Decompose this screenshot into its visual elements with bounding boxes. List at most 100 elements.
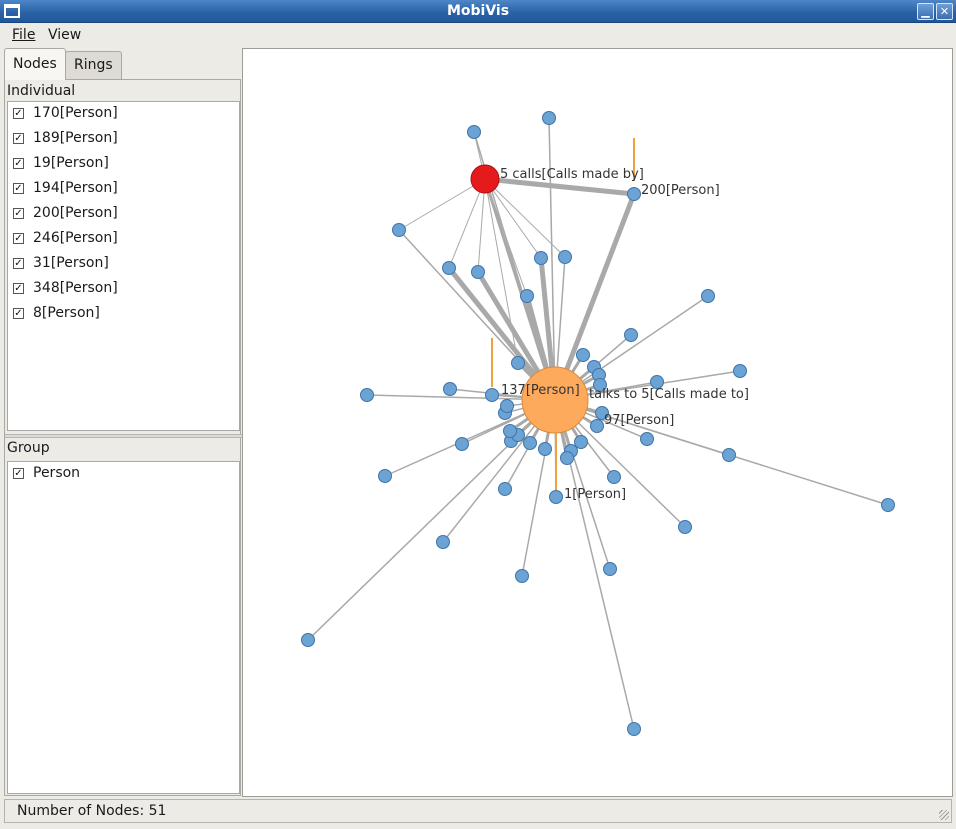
person-node[interactable] <box>678 520 692 534</box>
person-node[interactable] <box>881 498 895 512</box>
title-bar[interactable]: MobiVis ▁ ✕ <box>0 0 956 23</box>
individual-item-row[interactable]: ✓ 348[Person] <box>8 277 239 302</box>
person-node[interactable] <box>455 437 469 451</box>
person-node[interactable] <box>392 223 406 237</box>
label-person-137: 137[Person] <box>501 383 580 398</box>
individual-item-row[interactable]: ✓ 194[Person] <box>8 177 239 202</box>
individual-item-row[interactable]: ✓ 8[Person] <box>8 302 239 327</box>
person-node[interactable] <box>549 490 563 504</box>
person-node[interactable] <box>733 364 747 378</box>
person-node[interactable] <box>471 265 485 279</box>
person-node[interactable] <box>538 442 552 456</box>
individual-item-row[interactable]: ✓ 31[Person] <box>8 252 239 277</box>
person-node[interactable] <box>467 125 481 139</box>
center-node[interactable] <box>521 366 589 434</box>
checkbox[interactable]: ✓ <box>13 233 24 244</box>
person-node[interactable] <box>360 388 374 402</box>
left-panel: Nodes Rings Individual ✓ 170[Person] ✓ 189[… <box>4 48 242 796</box>
individual-item-label: 170[Person] <box>33 105 118 121</box>
minimize-button[interactable]: ▁ <box>917 3 934 20</box>
edge <box>398 178 486 231</box>
individual-item-label: 200[Person] <box>33 205 118 221</box>
person-node[interactable] <box>523 436 537 450</box>
network-graph[interactable]: 5 calls[Calls made by] 200[Person] 137[P… <box>243 49 952 796</box>
person-node[interactable] <box>378 469 392 483</box>
checkbox[interactable]: ✓ <box>13 208 24 219</box>
individual-item-row[interactable]: ✓ 170[Person] <box>8 102 239 127</box>
label-person-1: 1[Person] <box>564 487 626 502</box>
person-node[interactable] <box>301 633 315 647</box>
node-count-status: Number of Nodes: 51 <box>17 803 167 819</box>
individual-item-label: 19[Person] <box>33 155 109 171</box>
person-node[interactable] <box>534 251 548 265</box>
checkbox[interactable]: ✓ <box>13 183 24 194</box>
individual-item-row[interactable]: ✓ 189[Person] <box>8 127 239 152</box>
individual-item-label: 246[Person] <box>33 230 118 246</box>
person-node[interactable] <box>607 470 621 484</box>
status-bar: Number of Nodes: 51 <box>4 799 952 823</box>
individual-item-label: 348[Person] <box>33 280 118 296</box>
nodes-tab-panel: Individual ✓ 170[Person] ✓ 189[Person] ✓ 19[P… <box>4 79 242 796</box>
person-node[interactable] <box>443 382 457 396</box>
person-node[interactable] <box>485 388 499 402</box>
window-title: MobiVis <box>446 3 510 19</box>
individual-item-label: 194[Person] <box>33 180 118 196</box>
menu-view[interactable]: View <box>48 27 81 43</box>
checkbox[interactable]: ✓ <box>13 133 24 144</box>
checkbox[interactable]: ✓ <box>13 283 24 294</box>
checkbox[interactable]: ✓ <box>13 308 24 319</box>
menu-file[interactable]: File <box>12 27 35 43</box>
person-node[interactable] <box>603 562 617 576</box>
label-calls-made-by: 5 calls[Calls made by] <box>500 167 644 182</box>
label-person-200: 200[Person] <box>641 183 720 198</box>
group-list[interactable]: ✓ Person <box>7 461 240 794</box>
person-node[interactable] <box>560 451 574 465</box>
individual-section-label: Individual <box>7 83 76 99</box>
menu-file-label: File <box>12 27 36 43</box>
person-node[interactable] <box>640 432 654 446</box>
person-node[interactable] <box>624 328 638 342</box>
tab-rings[interactable]: Rings <box>65 51 122 79</box>
person-node[interactable] <box>701 289 715 303</box>
individual-item-row[interactable]: ✓ 200[Person] <box>8 202 239 227</box>
person-node[interactable] <box>515 569 529 583</box>
person-node[interactable] <box>442 261 456 275</box>
person-node[interactable] <box>498 482 512 496</box>
checkbox[interactable]: ✓ <box>13 468 24 479</box>
graph-canvas[interactable]: 5 calls[Calls made by] 200[Person] 137[P… <box>242 48 953 797</box>
resize-grip[interactable] <box>939 810 949 820</box>
panel-splitter[interactable] <box>5 434 242 438</box>
individual-item-label: 31[Person] <box>33 255 109 271</box>
label-talks-to: talks to 5[Calls made to] <box>589 387 749 402</box>
edge <box>484 178 542 259</box>
person-node[interactable] <box>520 289 534 303</box>
person-node[interactable] <box>574 435 588 449</box>
individual-item-label: 189[Person] <box>33 130 118 146</box>
tab-nodes[interactable]: Nodes <box>4 48 66 80</box>
calls-event-node[interactable] <box>470 164 500 194</box>
checkbox[interactable]: ✓ <box>13 108 24 119</box>
individual-item-row[interactable]: ✓ 246[Person] <box>8 227 239 252</box>
person-node[interactable] <box>722 448 736 462</box>
group-item-label: Person <box>33 465 81 481</box>
checkbox[interactable]: ✓ <box>13 258 24 269</box>
person-node[interactable] <box>627 722 641 736</box>
person-node[interactable] <box>558 250 572 264</box>
person-node[interactable] <box>436 535 450 549</box>
individual-list[interactable]: ✓ 170[Person] ✓ 189[Person] ✓ 19[Person] ✓ 194[… <box>7 101 240 431</box>
individual-item-label: 8[Person] <box>33 305 100 321</box>
person-node[interactable] <box>542 111 556 125</box>
group-item-row[interactable]: ✓ Person <box>8 462 239 487</box>
person-node[interactable] <box>590 419 604 433</box>
group-section-label: Group <box>7 440 50 456</box>
person-node[interactable] <box>511 356 525 370</box>
individual-item-row[interactable]: ✓ 19[Person] <box>8 152 239 177</box>
close-button[interactable]: ✕ <box>936 3 953 20</box>
menu-bar: File View <box>0 23 956 47</box>
checkbox[interactable]: ✓ <box>13 158 24 169</box>
person-node[interactable] <box>500 399 514 413</box>
person-node[interactable] <box>627 187 641 201</box>
person-node[interactable] <box>576 348 590 362</box>
label-person-97: 97[Person] <box>604 413 674 428</box>
person-node[interactable] <box>503 424 517 438</box>
